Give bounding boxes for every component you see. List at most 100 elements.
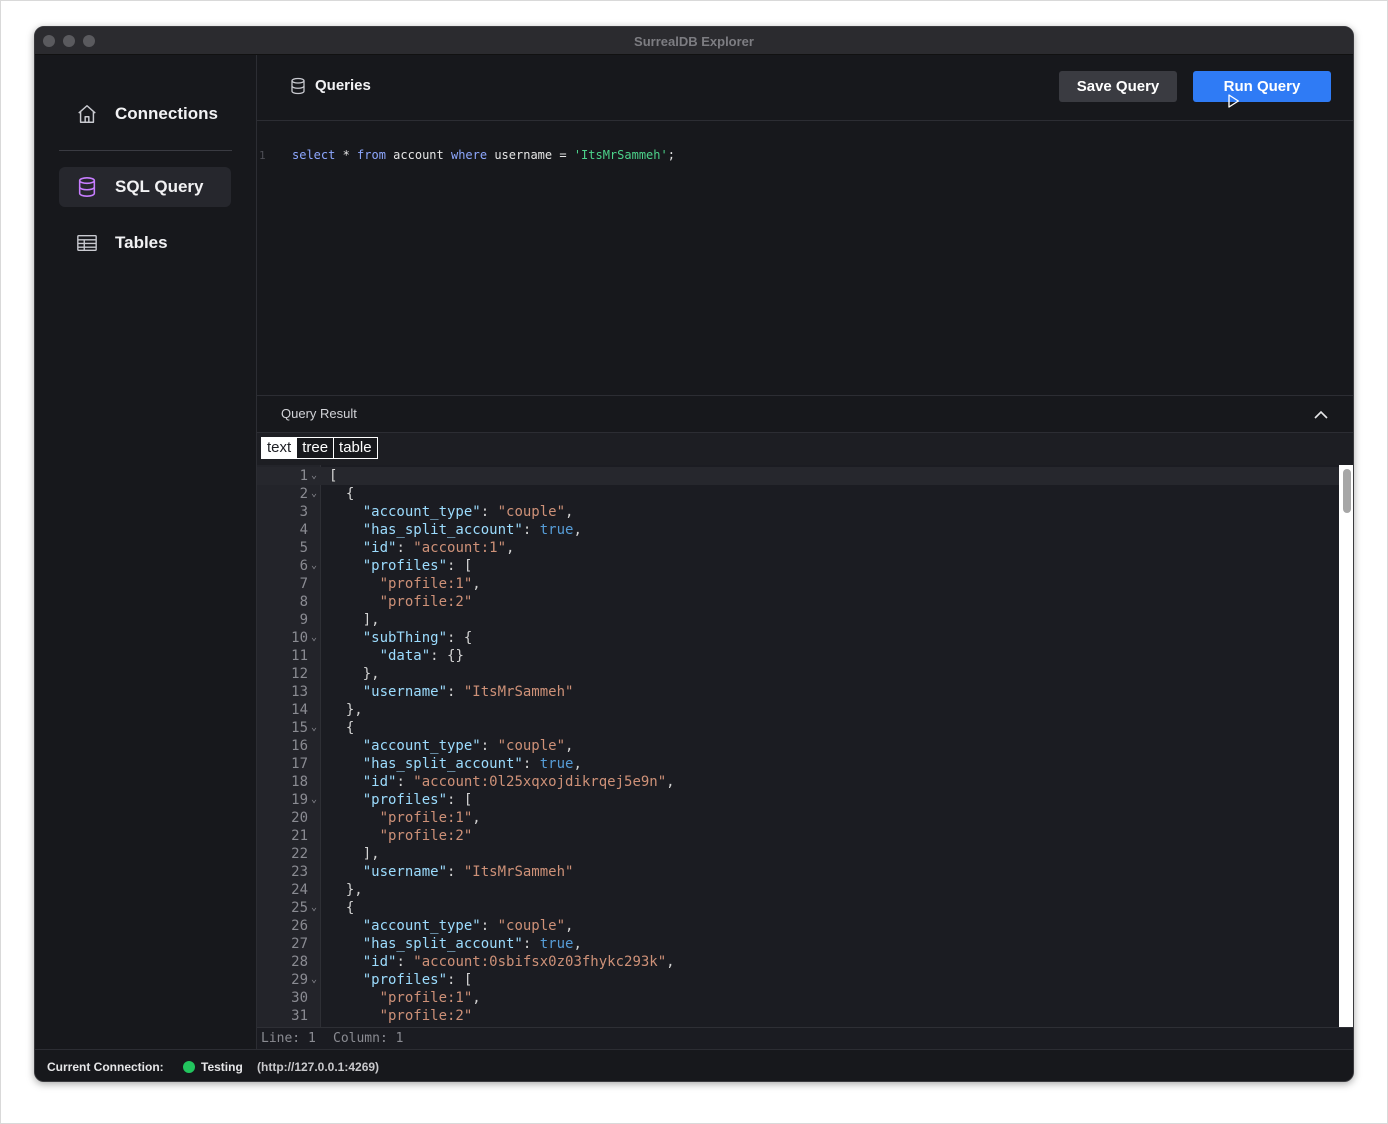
- json-line-number: 15: [291, 720, 308, 736]
- json-line: 15 ⌄ {: [257, 719, 1339, 737]
- json-line-text: {: [329, 720, 355, 736]
- json-line-number: 20: [291, 810, 308, 826]
- run-query-button[interactable]: Run Query: [1193, 71, 1331, 108]
- view-mode-switcher: text tree table: [261, 437, 378, 459]
- save-query-label: Save Query: [1076, 78, 1160, 95]
- sidebar-item-connections[interactable]: Connections: [59, 94, 231, 134]
- json-line-number: 31: [291, 1008, 308, 1024]
- chevron-up-icon[interactable]: [1313, 408, 1329, 426]
- queries-title: Queries: [315, 77, 371, 94]
- json-line-number: 11: [291, 648, 308, 664]
- json-line-number: 22: [291, 846, 308, 862]
- json-result-viewer[interactable]: 1 ⌄[2 ⌄ {3 "account_type": "couple", 4 "has…: [257, 465, 1353, 1027]
- current-connection-label: Current Connection:: [47, 1060, 164, 1074]
- json-line: 1 ⌄ [: [257, 467, 1339, 485]
- fold-chevron-icon[interactable]: ⌄: [311, 485, 317, 503]
- json-line: 21 "profile:2": [257, 827, 1339, 845]
- sidebar-divider: [59, 150, 232, 151]
- fold-chevron-icon[interactable]: ⌄: [311, 629, 317, 647]
- json-line-text: {: [329, 486, 355, 502]
- json-line-text: "profiles": [: [362, 558, 473, 574]
- connection-name: Testing: [201, 1060, 243, 1074]
- json-line-number: 25: [291, 900, 308, 916]
- json-line-number: 14: [291, 702, 308, 718]
- save-query-button[interactable]: Save Query: [1059, 71, 1177, 102]
- json-line-text: "profile:1",: [379, 990, 481, 1006]
- table-icon: [75, 231, 99, 255]
- sidebar-item-sql-query[interactable]: SQL Query: [59, 167, 231, 207]
- json-line-number: 4: [299, 522, 308, 538]
- json-line-text: },: [329, 702, 363, 718]
- json-line-text: "account_type": "couple",: [362, 504, 574, 520]
- json-line: 7 "profile:1",: [257, 575, 1339, 593]
- json-line-number: 12: [291, 666, 308, 682]
- fold-chevron-icon[interactable]: ⌄: [311, 899, 317, 917]
- fold-chevron-icon[interactable]: ⌄: [311, 467, 317, 485]
- json-lines: 1 ⌄[2 ⌄ {3 "account_type": "couple", 4 "has…: [257, 467, 1339, 1025]
- vertical-scrollbar[interactable]: [1339, 465, 1353, 1027]
- json-line-text: "profiles": [: [362, 972, 473, 988]
- json-line-number: 28: [291, 954, 308, 970]
- sql-editor[interactable]: 1 select * from account where username =…: [257, 122, 1353, 394]
- mode-table-button[interactable]: table: [333, 438, 377, 458]
- fold-chevron-icon[interactable]: ⌄: [311, 971, 317, 989]
- scrollbar-thumb[interactable]: [1343, 469, 1351, 513]
- query-result-header[interactable]: Query Result: [257, 395, 1353, 433]
- json-line-number: 6: [299, 558, 308, 574]
- view-mode-bar: text tree table: [257, 433, 1353, 465]
- main-panel: Queries Save Query Run Query 1 select * …: [257, 55, 1353, 1049]
- fold-chevron-icon[interactable]: ⌄: [311, 791, 317, 809]
- queries-header: Queries Save Query Run Query: [257, 55, 1353, 121]
- json-line: 12 },: [257, 665, 1339, 683]
- json-line: 2 ⌄ {: [257, 485, 1339, 503]
- json-line-number: 1: [299, 468, 308, 484]
- json-line-number: 27: [291, 936, 308, 952]
- json-line-text: "id": "account:0l25xqxojdikrqej5e9n",: [362, 774, 675, 790]
- json-line: 29 ⌄ "profiles": [: [257, 971, 1339, 989]
- json-line-number: 23: [291, 864, 308, 880]
- json-line-number: 24: [291, 882, 308, 898]
- json-line-number: 7: [299, 576, 308, 592]
- json-line-number: 13: [291, 684, 308, 700]
- sidebar-item-tables[interactable]: Tables: [59, 223, 231, 263]
- json-line-text: "id": "account:1",: [362, 540, 515, 556]
- fold-chevron-icon[interactable]: ⌄: [311, 719, 317, 737]
- json-line-number: 9: [299, 612, 308, 628]
- json-line-text: "profiles": [: [362, 792, 473, 808]
- fold-chevron-icon[interactable]: ⌄: [311, 557, 317, 575]
- json-line: 24 },: [257, 881, 1339, 899]
- json-line-text: ],: [329, 612, 380, 628]
- json-line-number: 29: [291, 972, 308, 988]
- mode-tree-button[interactable]: tree: [296, 438, 334, 458]
- sidebar-item-label: Connections: [115, 104, 218, 123]
- json-line-number: 18: [291, 774, 308, 790]
- json-line-text: "username": "ItsMrSammeh": [362, 684, 574, 700]
- json-line-text: },: [329, 666, 380, 682]
- json-line-text: "profile:2": [379, 594, 473, 610]
- database-icon: [75, 175, 99, 199]
- connection-status-dot: [183, 1061, 195, 1073]
- json-line-number: 21: [291, 828, 308, 844]
- json-line-text: "profile:1",: [379, 576, 481, 592]
- status-bar: Current Connection: Testing (http://127.…: [35, 1049, 1353, 1081]
- mode-text-button[interactable]: text: [262, 438, 297, 458]
- sidebar: Connections SQL Query Tables: [35, 55, 257, 1049]
- cursor-line: Line: 1: [261, 1031, 316, 1046]
- json-line-number: 17: [291, 756, 308, 772]
- json-line-text: "has_split_account": true,: [362, 936, 582, 952]
- json-line: 14 },: [257, 701, 1339, 719]
- json-line: 17 "has_split_account": true,: [257, 755, 1339, 773]
- json-line-number: 30: [291, 990, 308, 1006]
- sql-code-line: select * from account where username = '…: [292, 148, 675, 162]
- json-line-text: "profile:2": [379, 828, 473, 844]
- database-icon: [289, 77, 307, 100]
- json-line-text: "id": "account:0sbifsx0z03fhykc293k",: [362, 954, 675, 970]
- json-line-number: 5: [299, 540, 308, 556]
- json-line-number: 26: [291, 918, 308, 934]
- title-bar: SurrealDB Explorer: [35, 27, 1353, 55]
- json-line: 6 ⌄ "profiles": [: [257, 557, 1339, 575]
- json-line-text: "account_type": "couple",: [362, 918, 574, 934]
- window-title: SurrealDB Explorer: [634, 34, 754, 49]
- json-line: 23 "username": "ItsMrSammeh": [257, 863, 1339, 881]
- json-line-text: [: [329, 468, 338, 484]
